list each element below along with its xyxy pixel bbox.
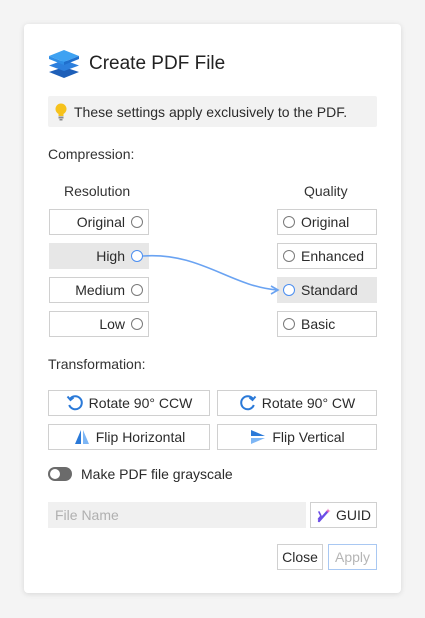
note-text: These settings apply exclusively to the … (74, 103, 348, 120)
resolution-option-medium[interactable]: Medium (49, 277, 149, 303)
rotate-ccw-label: Rotate 90° CCW (88, 395, 193, 411)
rotate-cw-label: Rotate 90° CW (261, 395, 356, 411)
resolution-option-label: Original (76, 214, 125, 230)
rotate-cw-button[interactable]: Rotate 90° CW (217, 390, 377, 416)
resolution-option-label: Low (99, 316, 125, 332)
flip-horizontal-button[interactable]: Flip Horizontal (48, 424, 210, 450)
grayscale-toggle-row[interactable]: Make PDF file grayscale (48, 466, 233, 482)
compression-label: Compression: (48, 146, 135, 162)
layers-logo-icon (49, 50, 79, 78)
quality-option-enhanced[interactable]: Enhanced (277, 243, 377, 269)
guid-label: GUID (336, 507, 371, 523)
flip-horizontal-icon (74, 430, 89, 444)
resolution-option-label: Medium (75, 282, 125, 298)
quality-option-basic[interactable]: Basic (277, 311, 377, 337)
resolution-option-original[interactable]: Original (49, 209, 149, 235)
quality-option-label: Original (301, 214, 350, 230)
close-button[interactable]: Close (277, 544, 323, 570)
radio-icon (131, 216, 143, 228)
quality-header: Quality (304, 183, 348, 199)
quality-option-standard[interactable]: Standard (277, 277, 377, 303)
radio-icon (131, 284, 143, 296)
radio-icon (283, 318, 295, 330)
rotate-ccw-button[interactable]: Rotate 90° CCW (48, 390, 210, 416)
info-note: These settings apply exclusively to the … (48, 96, 377, 127)
rotate-ccw-icon (66, 395, 83, 411)
radio-selected-icon (283, 284, 295, 296)
file-name-input[interactable] (48, 502, 306, 528)
resolution-option-high[interactable]: High (49, 243, 149, 269)
flip-horizontal-label: Flip Horizontal (95, 429, 186, 445)
toggle-knob (50, 469, 60, 479)
grayscale-label: Make PDF file grayscale (81, 466, 233, 482)
quality-option-label: Standard (301, 282, 358, 298)
resolution-header: Resolution (64, 183, 131, 199)
flip-vertical-icon (251, 430, 266, 444)
dialog-header: Create PDF File (47, 48, 225, 80)
quality-option-label: Basic (301, 316, 336, 332)
quality-option-label: Enhanced (301, 248, 365, 264)
dialog-title: Create PDF File (89, 53, 226, 74)
magic-wand-icon (317, 508, 331, 523)
rotate-cw-icon (239, 395, 256, 411)
guid-button[interactable]: GUID (310, 502, 377, 528)
grayscale-toggle[interactable] (48, 467, 72, 481)
quality-option-original[interactable]: Original (277, 209, 377, 235)
transformation-label: Transformation: (48, 356, 146, 372)
flip-vertical-button[interactable]: Flip Vertical (217, 424, 377, 450)
radio-icon (131, 318, 143, 330)
flip-vertical-label: Flip Vertical (272, 429, 345, 445)
lightbulb-icon (55, 103, 67, 120)
resolution-option-label: High (96, 248, 125, 264)
resolution-option-low[interactable]: Low (49, 311, 149, 337)
radio-selected-icon (131, 250, 143, 262)
radio-icon (283, 250, 295, 262)
apply-button[interactable]: Apply (328, 544, 377, 570)
radio-icon (283, 216, 295, 228)
